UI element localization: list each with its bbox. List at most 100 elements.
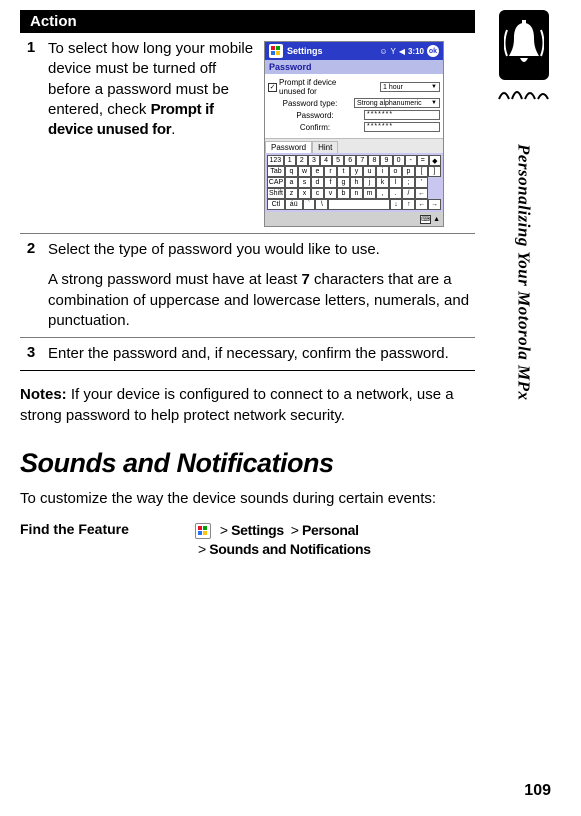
password-input[interactable]: ******* — [364, 110, 440, 120]
keyboard-key[interactable]: 1 — [284, 155, 296, 166]
ms-subheader: Password — [265, 60, 443, 74]
keyboard-key[interactable]: f — [324, 177, 337, 188]
keyboard-key[interactable]: c — [311, 188, 324, 199]
keyboard-key[interactable]: Tab — [267, 166, 285, 177]
keyboard-key[interactable]: ' — [415, 177, 428, 188]
pwtype-dropdown[interactable]: Strong alphanumeric ▼ — [354, 98, 440, 108]
prompt-checkbox[interactable]: ✓ — [268, 83, 277, 92]
keyboard-key[interactable]: m — [363, 188, 376, 199]
keyboard-key[interactable]: ; — [402, 177, 415, 188]
step-1-number: 1 — [20, 39, 42, 227]
keyboard-key[interactable]: ↑ — [402, 199, 415, 210]
on-screen-keyboard[interactable]: 1231234567890-=◆ Tabqwertyuiop[] CAPasdf… — [265, 153, 443, 212]
keyboard-key[interactable]: \ — [315, 199, 328, 210]
keyboard-key[interactable]: n — [350, 188, 363, 199]
keyboard-key[interactable]: ] — [428, 166, 441, 177]
step-2-line-2: A strong password must have at least 7 c… — [48, 270, 475, 331]
keyboard-key[interactable]: . — [389, 188, 402, 199]
duration-dropdown[interactable]: 1 hour ▼ — [380, 82, 440, 92]
step-1: 1 To select how long your mobile device … — [20, 33, 475, 234]
action-header: Action — [20, 10, 475, 33]
keyboard-key[interactable]: ` — [303, 199, 316, 210]
keyboard-key[interactable]: y — [350, 166, 363, 177]
chevron-down-icon: ▼ — [431, 100, 437, 106]
keyboard-key[interactable]: r — [324, 166, 337, 177]
keyboard-key[interactable]: 5 — [332, 155, 344, 166]
kb-row-5: Ctláü`\ ↓↑←→ — [267, 199, 441, 210]
keyboard-key[interactable]: u — [363, 166, 376, 177]
notes-label: Notes: — [20, 386, 67, 403]
chevron-down-icon: ▼ — [431, 84, 437, 90]
keyboard-key[interactable]: k — [376, 177, 389, 188]
keyboard-key[interactable]: 8 — [368, 155, 380, 166]
keyboard-key[interactable]: i — [376, 166, 389, 177]
gt-3: > — [198, 540, 206, 559]
keyboard-key[interactable]: 7 — [356, 155, 368, 166]
page-number: 109 — [524, 782, 551, 800]
keyboard-key[interactable]: d — [311, 177, 324, 188]
ms-tabs: Password Hint — [265, 138, 443, 153]
keyboard-key[interactable]: l — [389, 177, 402, 188]
pwtype-value: Strong alphanumeric — [357, 100, 422, 107]
keyboard-key[interactable]: v — [324, 188, 337, 199]
keyboard-key[interactable]: q — [285, 166, 298, 177]
keyboard-key[interactable]: - — [405, 155, 417, 166]
ms-time: 3:10 — [408, 47, 424, 56]
step-2: 2 Select the type of password you would … — [20, 234, 475, 338]
keyboard-key[interactable]: = — [417, 155, 429, 166]
keyboard-key[interactable]: ◆ — [429, 155, 441, 166]
pwtype-label: Password type: — [283, 99, 338, 108]
kb-row-2: Tabqwertyuiop[] — [267, 166, 441, 177]
keyboard-key[interactable]: ← — [415, 188, 428, 199]
keyboard-key[interactable]: h — [350, 177, 363, 188]
keyboard-key[interactable]: 6 — [344, 155, 356, 166]
keyboard-key[interactable]: Shift — [267, 188, 285, 199]
keyboard-key[interactable]: g — [337, 177, 350, 188]
keyboard-key[interactable]: 2 — [296, 155, 308, 166]
keyboard-key[interactable]: z — [285, 188, 298, 199]
keyboard-key[interactable]: e — [311, 166, 324, 177]
keyboard-key[interactable]: ↓ — [390, 199, 403, 210]
windows-icon — [195, 523, 211, 539]
keyboard-key[interactable]: / — [402, 188, 415, 199]
keyboard-key[interactable]: CAP — [267, 177, 285, 188]
vibration-lines-icon — [496, 84, 551, 114]
keyboard-key[interactable]: Ctl — [267, 199, 285, 210]
keyboard-key[interactable]: [ — [415, 166, 428, 177]
path-settings: Settings — [231, 522, 284, 538]
ok-button[interactable]: ok — [427, 45, 439, 57]
embedded-screenshot: Settings ☺ Y ◀ 3:10 ok Password ✓ Prompt… — [264, 41, 444, 227]
intro-paragraph: To customize the way the device sounds d… — [20, 489, 475, 509]
keyboard-toggle-icon[interactable]: ⌨ — [420, 215, 431, 224]
keyboard-key[interactable]: 3 — [308, 155, 320, 166]
keyboard-key[interactable]: áü — [285, 199, 303, 210]
keyboard-key[interactable]: p — [402, 166, 415, 177]
keyboard-key[interactable]: → — [428, 199, 441, 210]
keyboard-key[interactable]: 4 — [320, 155, 332, 166]
step-1-text-after: . — [171, 121, 175, 138]
keyboard-key[interactable]: 123 — [267, 155, 284, 166]
step-2-line-2a: A strong password must have at least — [48, 271, 301, 288]
keyboard-key[interactable]: w — [298, 166, 311, 177]
tab-hint[interactable]: Hint — [312, 141, 338, 153]
duration-value: 1 hour — [383, 84, 403, 91]
path-sounds: Sounds and Notifications — [209, 541, 371, 557]
up-caret-icon[interactable]: ▲ — [433, 216, 440, 223]
keyboard-key[interactable]: b — [337, 188, 350, 199]
keyboard-key[interactable]: , — [376, 188, 389, 199]
keyboard-key[interactable]: 0 — [393, 155, 405, 166]
keyboard-key[interactable]: j — [363, 177, 376, 188]
keyboard-key[interactable] — [328, 199, 389, 210]
find-feature-label: Find the Feature — [20, 521, 195, 537]
keyboard-key[interactable]: ← — [415, 199, 428, 210]
step-2-text: Select the type of password you would li… — [48, 240, 475, 331]
keyboard-key[interactable]: a — [285, 177, 298, 188]
keyboard-key[interactable]: 9 — [380, 155, 392, 166]
speaker-icon: ◀ — [399, 47, 405, 56]
tab-password[interactable]: Password — [265, 141, 312, 153]
confirm-input[interactable]: ******* — [364, 122, 440, 132]
keyboard-key[interactable]: t — [337, 166, 350, 177]
keyboard-key[interactable]: s — [298, 177, 311, 188]
keyboard-key[interactable]: x — [298, 188, 311, 199]
keyboard-key[interactable]: o — [389, 166, 402, 177]
